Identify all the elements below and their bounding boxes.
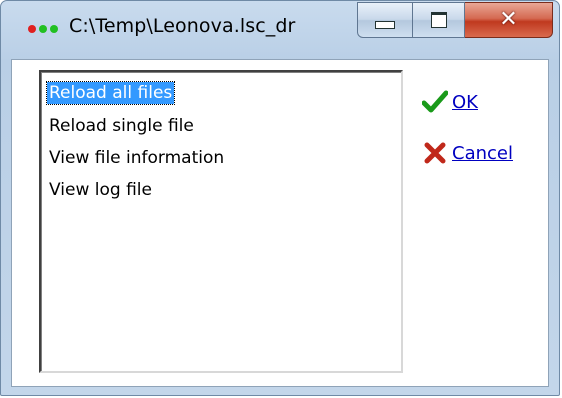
title-bar[interactable]: C:\Temp\Leonova.lsc_dr ✕ xyxy=(1,1,559,59)
dialog-window: C:\Temp\Leonova.lsc_dr ✕ Reload all file… xyxy=(0,0,560,396)
maximize-button[interactable] xyxy=(413,2,465,38)
minimize-icon xyxy=(375,21,395,29)
app-icon xyxy=(28,25,58,35)
caption-buttons: ✕ xyxy=(357,2,553,40)
list-item-view-file-information[interactable]: View file information xyxy=(47,147,226,169)
list-item-view-log-file[interactable]: View log file xyxy=(47,179,154,201)
close-icon: ✕ xyxy=(499,7,518,32)
list-item-reload-single-file[interactable]: Reload single file xyxy=(47,115,196,137)
options-listbox[interactable]: Reload all files Reload single file View… xyxy=(39,70,403,373)
minimize-button[interactable] xyxy=(357,2,413,38)
checkmark-icon xyxy=(422,90,448,114)
window-title: C:\Temp\Leonova.lsc_dr xyxy=(69,15,296,37)
ok-label: OK xyxy=(452,91,478,113)
list-item-reload-all-files[interactable]: Reload all files xyxy=(45,81,176,105)
dialog-client-area: Reload all files Reload single file View… xyxy=(11,59,549,387)
cancel-label: Cancel xyxy=(452,142,513,164)
maximize-icon xyxy=(430,12,447,28)
red-x-icon xyxy=(422,141,448,165)
cancel-button[interactable]: Cancel xyxy=(422,141,513,165)
ok-button[interactable]: OK xyxy=(422,90,478,114)
close-button[interactable]: ✕ xyxy=(465,2,553,38)
